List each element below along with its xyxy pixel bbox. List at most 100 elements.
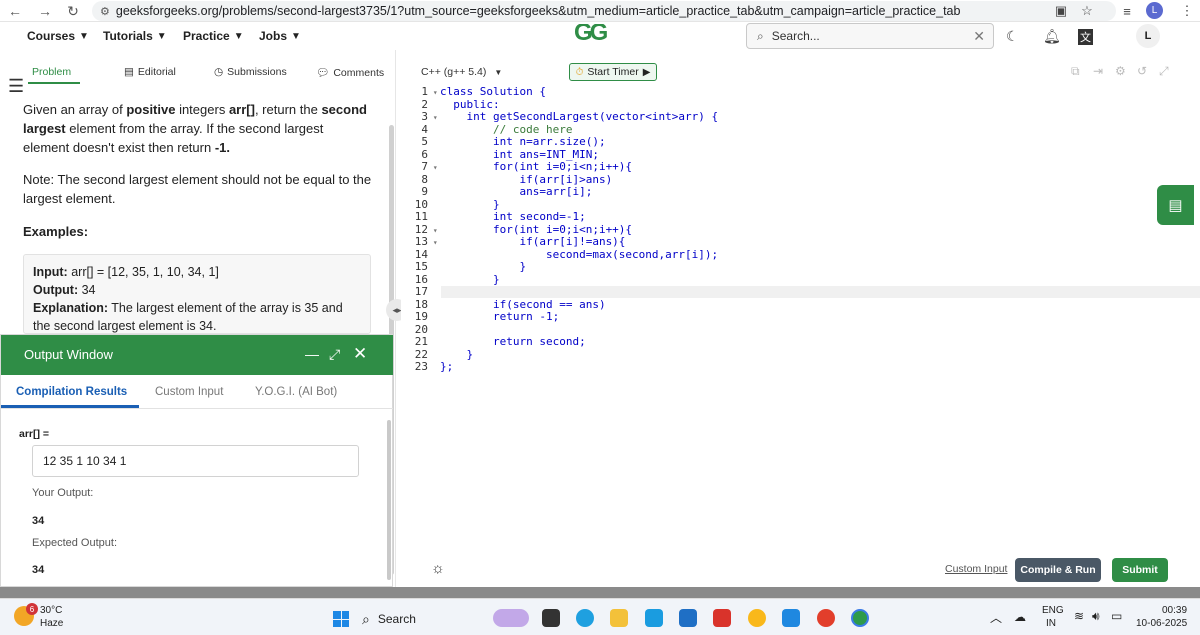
address-bar[interactable]: ⚙ geeksforgeeks.org/problems/second-larg… xyxy=(92,1,1116,21)
code-line[interactable]: 19 return -1; xyxy=(401,310,1200,324)
settings-icon[interactable]: ⚙ xyxy=(1115,64,1126,78)
problem-statement: Given an array of positive integers arr[… xyxy=(23,100,373,157)
code-line[interactable]: 23}; xyxy=(401,360,1200,374)
reset-icon[interactable]: ↺ xyxy=(1137,64,1147,78)
code-line[interactable]: 1 ▾ class Solution { xyxy=(401,85,1200,99)
code-editor-panel: C++ (g++ 5.4) ▼ ⏱ Start Timer ▶ ⧉ ⇥ ⚙ ↺ … xyxy=(401,58,1200,586)
bookmark-star-icon[interactable]: ☆ xyxy=(1078,2,1096,20)
code-text: if(second == ans) xyxy=(440,297,606,311)
nav-tutorials-label: Tutorials xyxy=(103,29,153,43)
back-icon[interactable]: ← xyxy=(4,3,26,19)
clock-date[interactable]: 10-06-2025 xyxy=(1136,618,1187,629)
code-line[interactable]: 21 return second; xyxy=(401,335,1200,349)
tab-custom-input[interactable]: Custom Input xyxy=(155,386,223,398)
code-line[interactable]: 22 } xyxy=(401,348,1200,362)
nav-practice-label: Practice xyxy=(183,29,230,43)
search-icon: ⌕ xyxy=(362,610,370,627)
nav-tutorials[interactable]: Tutorials ▼ xyxy=(103,29,167,43)
language-bottom: IN xyxy=(1046,618,1056,629)
menu-icon[interactable]: ☰ xyxy=(8,76,24,97)
tab-yogi-ai-bot[interactable]: Y.O.G.I. (AI Bot) xyxy=(255,386,337,398)
battery-icon[interactable]: ▭ xyxy=(1111,609,1122,623)
screen-share-icon[interactable]: ▣ xyxy=(1052,2,1070,20)
code-line[interactable]: 16 } xyxy=(401,273,1200,287)
site-info-icon[interactable]: ⚙ xyxy=(100,5,110,18)
tab-comments[interactable]: 💬︎ Comments xyxy=(316,66,384,80)
line-number: 17 xyxy=(414,285,428,298)
code-line[interactable]: 9 ans=arr[i]; xyxy=(401,185,1200,199)
start-timer-button[interactable]: ⏱ Start Timer ▶ xyxy=(569,63,657,81)
fullscreen-icon[interactable]: ⤢ xyxy=(1159,64,1169,79)
tab-problem[interactable]: Problem xyxy=(32,66,71,78)
arr-input-field[interactable]: 12 35 1 10 34 1 xyxy=(32,445,359,477)
nav-jobs[interactable]: Jobs ▼ xyxy=(259,29,301,43)
store-icon[interactable] xyxy=(679,609,697,627)
browser-menu-icon[interactable]: ⋮ xyxy=(1178,2,1196,20)
chat-icon[interactable]: ▤ xyxy=(1157,185,1194,225)
app-icon[interactable] xyxy=(817,609,835,627)
dark-mode-icon[interactable]: ☾ xyxy=(1006,28,1019,45)
output-scrollbar[interactable] xyxy=(387,420,391,580)
tab-submissions[interactable]: ◷ Submissions xyxy=(214,66,287,78)
clear-search-icon[interactable]: ✕ xyxy=(973,28,985,45)
code-line[interactable]: 15 } xyxy=(401,260,1200,274)
network-icon[interactable]: ☁ xyxy=(1014,610,1026,624)
import-icon[interactable]: ⇥ xyxy=(1093,64,1103,78)
line-number: 23 xyxy=(414,360,428,373)
chrome-icon[interactable] xyxy=(851,609,869,627)
file-explorer-icon[interactable] xyxy=(610,609,628,627)
translate-icon[interactable]: 文 xyxy=(1078,29,1093,45)
code-area[interactable]: 1 ▾ class Solution {2 public: 3 ▾ int getS… xyxy=(401,85,1200,386)
horizontal-scrollbar[interactable] xyxy=(0,587,1200,598)
windows-start-icon[interactable] xyxy=(333,611,349,627)
wifi-icon[interactable]: ≋ xyxy=(1074,609,1084,623)
example-explanation: Explanation: The largest element of the … xyxy=(33,299,361,335)
submit-button[interactable]: Submit xyxy=(1112,558,1168,582)
line-number: 3 xyxy=(421,110,428,123)
nav-practice[interactable]: Practice ▼ xyxy=(183,29,244,43)
chevron-down-icon: ▼ xyxy=(79,30,89,42)
reload-icon[interactable]: ↻ xyxy=(62,3,84,20)
tab-editorial-label: Editorial xyxy=(137,66,176,78)
nav-courses[interactable]: Courses ▼ xyxy=(27,29,89,43)
custom-input-link[interactable]: Custom Input xyxy=(945,563,1007,575)
search-icon: ⌕ xyxy=(757,28,764,43)
volume-icon[interactable]: 🔊︎ xyxy=(1092,609,1100,624)
language-select[interactable]: C++ (g++ 5.4) ▼ xyxy=(415,63,505,81)
clock-time[interactable]: 00:39 xyxy=(1162,605,1187,616)
problem-tabs: Problem ▤ Editorial ◷ Submissions 💬︎ Commen… xyxy=(0,62,395,84)
start-timer-label: Start Timer xyxy=(587,66,639,78)
minimize-icon[interactable]: — xyxy=(305,346,319,362)
copy-icon[interactable]: ⧉ xyxy=(1071,64,1080,79)
nav-courses-label: Courses xyxy=(27,29,76,43)
close-icon[interactable]: ✕ xyxy=(353,344,367,364)
gfg-logo[interactable]: GG xyxy=(574,24,622,46)
expand-icon[interactable]: ⤢ xyxy=(329,346,340,363)
edge-browser-icon[interactable] xyxy=(576,609,594,627)
tab-editorial[interactable]: ▤ Editorial xyxy=(124,66,176,78)
task-view-icon[interactable] xyxy=(542,609,560,627)
code-text: for(int i=0;i<n;i++){ xyxy=(440,160,633,173)
statement-bold: -1. xyxy=(214,140,230,155)
browser-profile-avatar[interactable]: L xyxy=(1146,2,1163,19)
expected-output-value: 34 xyxy=(32,564,45,576)
taskbar-search[interactable]: ⌕ Search xyxy=(362,606,482,632)
mcafee-icon[interactable] xyxy=(713,609,731,627)
user-avatar[interactable]: L xyxy=(1136,24,1160,48)
reading-list-icon[interactable]: ≡ xyxy=(1118,2,1136,20)
forward-icon[interactable]: → xyxy=(34,3,56,19)
line-number: 13 xyxy=(414,235,428,248)
search-input[interactable]: ⌕ Search... ✕ xyxy=(746,23,994,49)
lightbulb-icon[interactable]: ☼ xyxy=(431,560,445,577)
timer-icon: ⏱ xyxy=(575,66,584,78)
notification-bell-icon[interactable]: 🔔︎ xyxy=(1043,28,1061,45)
compile-run-button[interactable]: Compile & Run xyxy=(1015,558,1101,582)
widget-icon[interactable] xyxy=(493,609,529,627)
chevron-up-icon[interactable]: ︿ xyxy=(990,609,1002,626)
language-top[interactable]: ENG xyxy=(1042,605,1064,616)
help-icon[interactable] xyxy=(748,609,766,627)
app-icon[interactable] xyxy=(645,609,663,627)
caret-down-icon: ▼ xyxy=(494,67,503,77)
vscode-icon[interactable] xyxy=(782,609,800,627)
tab-compilation-results[interactable]: Compilation Results xyxy=(16,386,127,398)
